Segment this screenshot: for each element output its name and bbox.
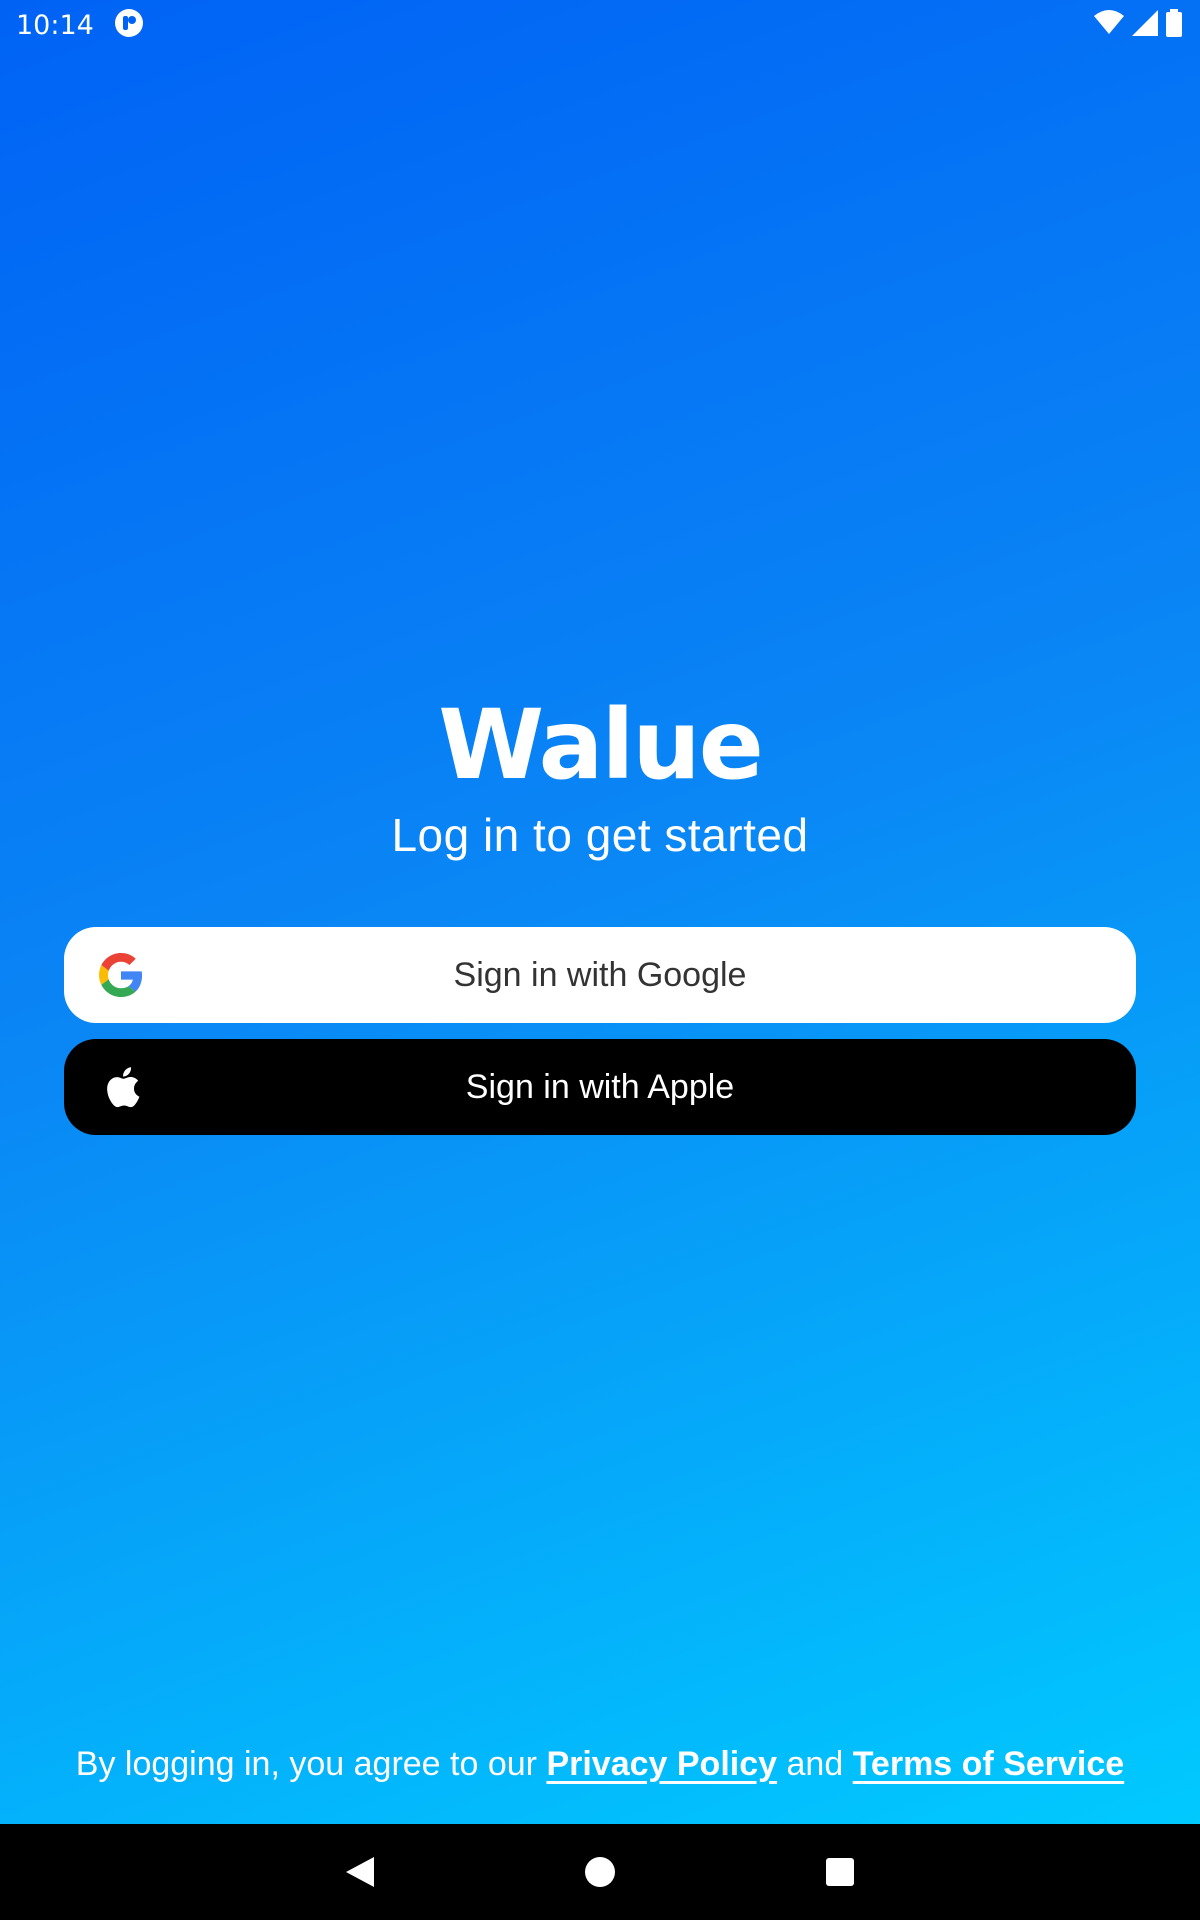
apple-icon	[98, 1064, 144, 1110]
status-left: 10:14	[16, 8, 144, 43]
home-icon[interactable]	[580, 1852, 620, 1892]
status-time: 10:14	[16, 9, 94, 41]
status-right	[1094, 8, 1182, 42]
app-brand-title: Walue	[438, 689, 764, 801]
login-screen: 10:14 Walue Log in to get started Sign i…	[0, 0, 1200, 1920]
sign-in-google-button[interactable]: Sign in with Google	[64, 927, 1136, 1023]
sign-in-apple-button[interactable]: Sign in with Apple	[64, 1039, 1136, 1135]
cell-signal-icon	[1132, 9, 1158, 41]
privacy-policy-link[interactable]: Privacy Policy	[546, 1745, 777, 1783]
login-subtitle: Log in to get started	[391, 809, 809, 861]
apple-button-label: Sign in with Apple	[465, 1067, 735, 1106]
footer-and-text: and	[786, 1745, 844, 1783]
google-icon	[98, 952, 144, 998]
system-nav-bar	[0, 1824, 1200, 1920]
terms-of-service-link[interactable]: Terms of Service	[853, 1745, 1125, 1783]
back-icon[interactable]	[340, 1852, 380, 1892]
notification-app-icon	[114, 8, 144, 43]
wifi-icon	[1094, 9, 1124, 41]
footer-prefix-text: By logging in, you agree to our	[75, 1745, 537, 1783]
google-button-label: Sign in with Google	[453, 955, 747, 994]
recents-icon[interactable]	[820, 1852, 860, 1892]
battery-icon	[1166, 8, 1182, 42]
status-bar: 10:14	[0, 0, 1200, 50]
legal-footer: By logging in, you agree to our Privacy …	[0, 1745, 1200, 1784]
